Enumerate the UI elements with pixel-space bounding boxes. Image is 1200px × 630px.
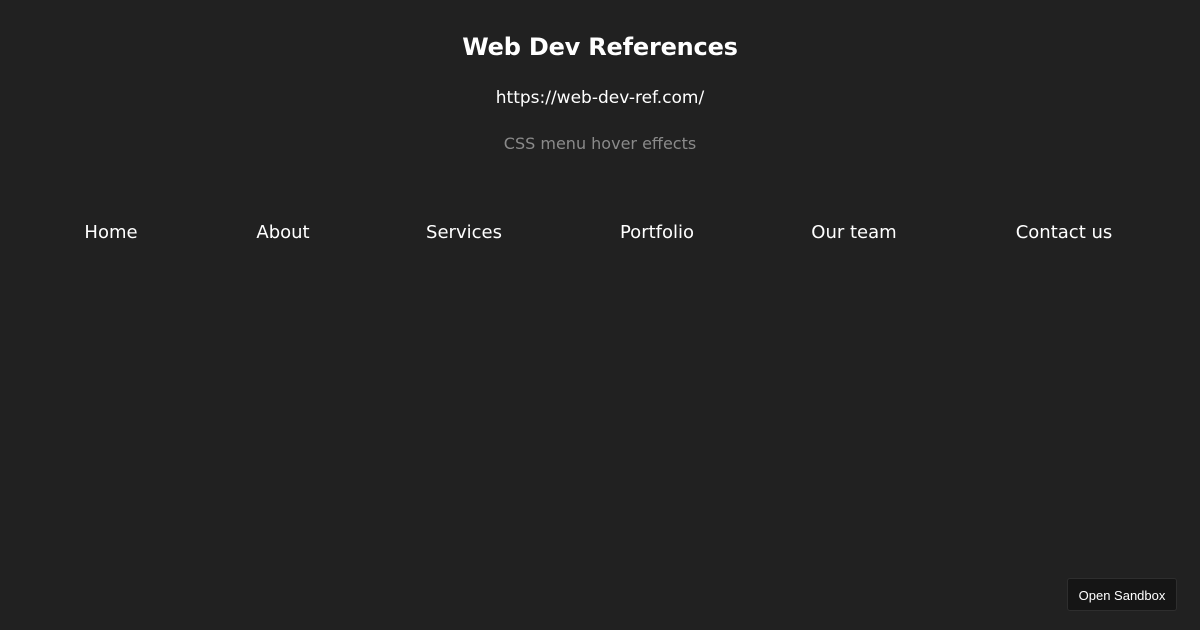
page-subtitle: CSS menu hover effects xyxy=(503,134,697,153)
nav-item-about[interactable]: About xyxy=(256,222,309,243)
site-url: https://web-dev-ref.com/ xyxy=(0,88,1200,108)
nav-item-contact-us[interactable]: Contact us xyxy=(1016,222,1113,243)
nav-item-our-team[interactable]: Our team xyxy=(811,222,896,243)
page-title: Web Dev References xyxy=(462,33,738,61)
open-sandbox-button[interactable]: Open Sandbox xyxy=(1067,578,1177,611)
nav-item-portfolio[interactable]: Portfolio xyxy=(620,222,694,243)
page: Web Dev References https://web-dev-ref.c… xyxy=(0,0,1200,630)
nav-item-home[interactable]: Home xyxy=(84,222,137,243)
nav-item-services[interactable]: Services xyxy=(426,222,502,243)
nav-menu: Home About Services Portfolio Our team C… xyxy=(0,222,1200,252)
site-url-link[interactable]: https://web-dev-ref.com/ xyxy=(496,88,704,108)
